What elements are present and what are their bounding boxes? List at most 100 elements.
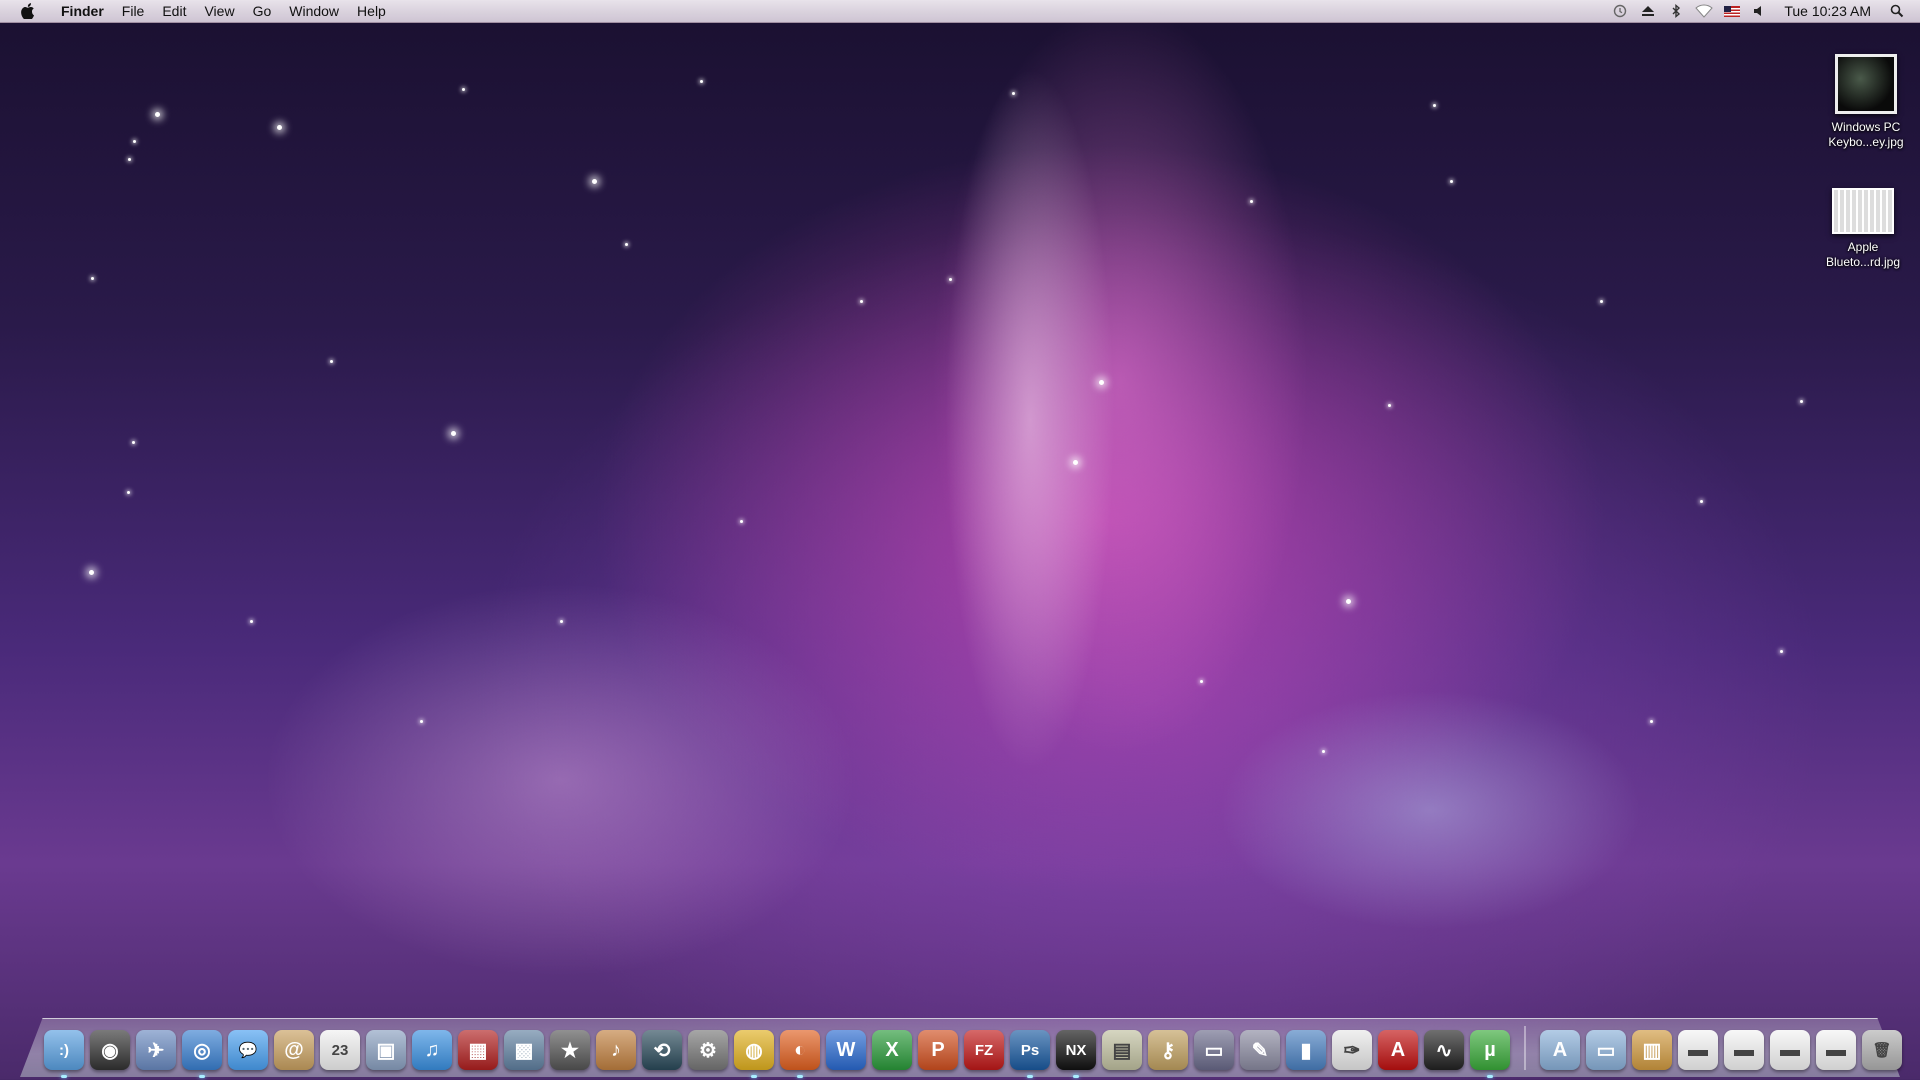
star	[860, 300, 863, 303]
image-thumbnail	[1835, 54, 1897, 114]
dock-doc-stack-4-icon[interactable]: ▬	[1816, 1030, 1856, 1070]
dock-documents-folder-icon[interactable]: ▭	[1586, 1030, 1626, 1070]
dock-trash-icon[interactable]: 🗑	[1862, 1030, 1902, 1070]
dock-lock-utility-icon[interactable]: ⚷	[1148, 1030, 1188, 1070]
star	[740, 520, 743, 523]
dock-dashboard-icon[interactable]: ◉	[90, 1030, 130, 1070]
star	[1650, 720, 1653, 723]
dock-utorrent-icon[interactable]: µ	[1470, 1030, 1510, 1078]
apple-menu-icon[interactable]	[18, 3, 38, 19]
dock-grapher-icon[interactable]: ▮	[1286, 1030, 1326, 1070]
file-label-line1: Apple	[1847, 240, 1879, 254]
dock-system-preferences-icon[interactable]: ⚙	[688, 1030, 728, 1070]
dock-ichat-icon[interactable]: 💬	[228, 1030, 268, 1070]
dock-doc-stack-2-icon[interactable]: ▬	[1724, 1030, 1764, 1070]
star	[1450, 180, 1453, 183]
menu-window[interactable]: Window	[280, 0, 348, 22]
dock-doc-stack-1-icon[interactable]: ▬	[1678, 1030, 1718, 1070]
star	[420, 720, 423, 723]
dock-address-book-icon[interactable]: @	[274, 1030, 314, 1070]
dock-excel-icon[interactable]: X	[872, 1030, 912, 1070]
star	[625, 243, 628, 246]
dock-preview-icon[interactable]: ▣	[366, 1030, 406, 1070]
dock-powerpoint-icon[interactable]: P	[918, 1030, 958, 1070]
bluetooth-icon[interactable]	[1665, 2, 1687, 20]
star	[132, 441, 135, 444]
running-indicator	[61, 1075, 67, 1078]
dock-photo-booth-icon[interactable]: ▦	[458, 1030, 498, 1070]
dock-filezilla-icon[interactable]: FZ	[964, 1030, 1004, 1070]
dock-mail-stamp-icon[interactable]: ✈	[136, 1030, 176, 1070]
dock-word-icon[interactable]: W	[826, 1030, 866, 1070]
star	[1388, 404, 1391, 407]
star	[592, 179, 597, 184]
dock-firefox-icon[interactable]: ◐	[780, 1030, 820, 1078]
dock-garageband-icon[interactable]: ♪	[596, 1030, 636, 1070]
dock-itunes-icon[interactable]: ♫	[412, 1030, 452, 1070]
dock-time-machine-icon[interactable]: ⟲	[642, 1030, 682, 1070]
file-label-line1: Windows PC	[1831, 120, 1901, 134]
star	[1433, 104, 1436, 107]
dock-downloads-archive-icon[interactable]: ▥	[1632, 1030, 1672, 1070]
star	[451, 431, 456, 436]
dock-photoshop-icon[interactable]: Ps	[1010, 1030, 1050, 1078]
file-label-line2: Keybo...ey.jpg	[1828, 135, 1904, 149]
star	[155, 112, 160, 117]
star	[1200, 680, 1203, 683]
star	[91, 277, 94, 280]
dock-iphoto-icon[interactable]: ▩	[504, 1030, 544, 1070]
menu-help[interactable]: Help	[348, 0, 395, 22]
star	[462, 88, 465, 91]
star	[1073, 460, 1078, 465]
dock-ical-icon[interactable]: 23	[320, 1030, 360, 1070]
image-thumbnail	[1832, 188, 1894, 234]
star	[1346, 599, 1351, 604]
menu-app-finder[interactable]: Finder	[52, 0, 113, 22]
menu-bar: Finder File Edit View Go Window Help Tue…	[0, 0, 1920, 23]
star	[128, 158, 131, 161]
dock-separator	[1524, 1026, 1526, 1070]
running-indicator	[199, 1075, 205, 1078]
menu-clock[interactable]: Tue 10:23 AM	[1774, 3, 1883, 19]
menu-file[interactable]: File	[113, 0, 154, 22]
star	[133, 140, 136, 143]
running-indicator	[751, 1075, 757, 1078]
dock-doc-stack-3-icon[interactable]: ▬	[1770, 1030, 1810, 1070]
star	[277, 125, 282, 130]
star	[1250, 200, 1253, 203]
running-indicator	[797, 1075, 803, 1078]
dock-activity-monitor-icon[interactable]: ∿	[1424, 1030, 1464, 1070]
menu-view[interactable]: View	[195, 0, 243, 22]
star	[560, 620, 563, 623]
dock-keynote-icon[interactable]: ▭	[1194, 1030, 1234, 1070]
star	[1600, 300, 1603, 303]
dock-script-editor-icon[interactable]: ✎	[1240, 1030, 1280, 1070]
desktop-file-apple-bluetooth-keyboard[interactable]: Apple Blueto...rd.jpg	[1808, 180, 1918, 270]
star	[127, 491, 130, 494]
dock-acrobat-icon[interactable]: A	[1378, 1030, 1418, 1070]
star	[1800, 400, 1803, 403]
dock: :) ◉ ✈ ◎ 💬 @23 ▣ ♫ ▦ ▩ ★ ♪ ⟲ ⚙ ◍ ◐ W X P FZ Ps NX ▤ ⚷ ▭ ✎ ▮ ✑ A ∿ µ A ▭ ▥…	[44, 1020, 1902, 1078]
dock-applications-folder-icon[interactable]: A	[1540, 1030, 1580, 1070]
spotlight-search-icon[interactable]	[1886, 2, 1908, 20]
dock-textedit-icon[interactable]: ✑	[1332, 1030, 1372, 1070]
dock-chrome-icon[interactable]: ◍	[734, 1030, 774, 1078]
dock-image-capture-icon[interactable]: ▤	[1102, 1030, 1142, 1070]
menu-edit[interactable]: Edit	[153, 0, 195, 22]
dock-imovie-icon[interactable]: ★	[550, 1030, 590, 1070]
star	[700, 80, 703, 83]
desktop-file-windows-keyboard[interactable]: Windows PC Keybo...ey.jpg	[1811, 54, 1920, 150]
time-machine-icon[interactable]	[1609, 2, 1631, 20]
eject-icon[interactable]	[1637, 2, 1659, 20]
star	[949, 278, 952, 281]
menu-go[interactable]: Go	[244, 0, 281, 22]
dock-safari-icon[interactable]: ◎	[182, 1030, 222, 1078]
running-indicator	[1487, 1075, 1493, 1078]
us-flag-input-icon[interactable]	[1721, 2, 1743, 20]
wifi-icon[interactable]	[1693, 2, 1715, 20]
star	[1099, 380, 1104, 385]
volume-icon[interactable]	[1749, 2, 1771, 20]
star	[330, 360, 333, 363]
dock-nx-icon[interactable]: NX	[1056, 1030, 1096, 1078]
dock-finder-icon[interactable]: :)	[44, 1030, 84, 1078]
